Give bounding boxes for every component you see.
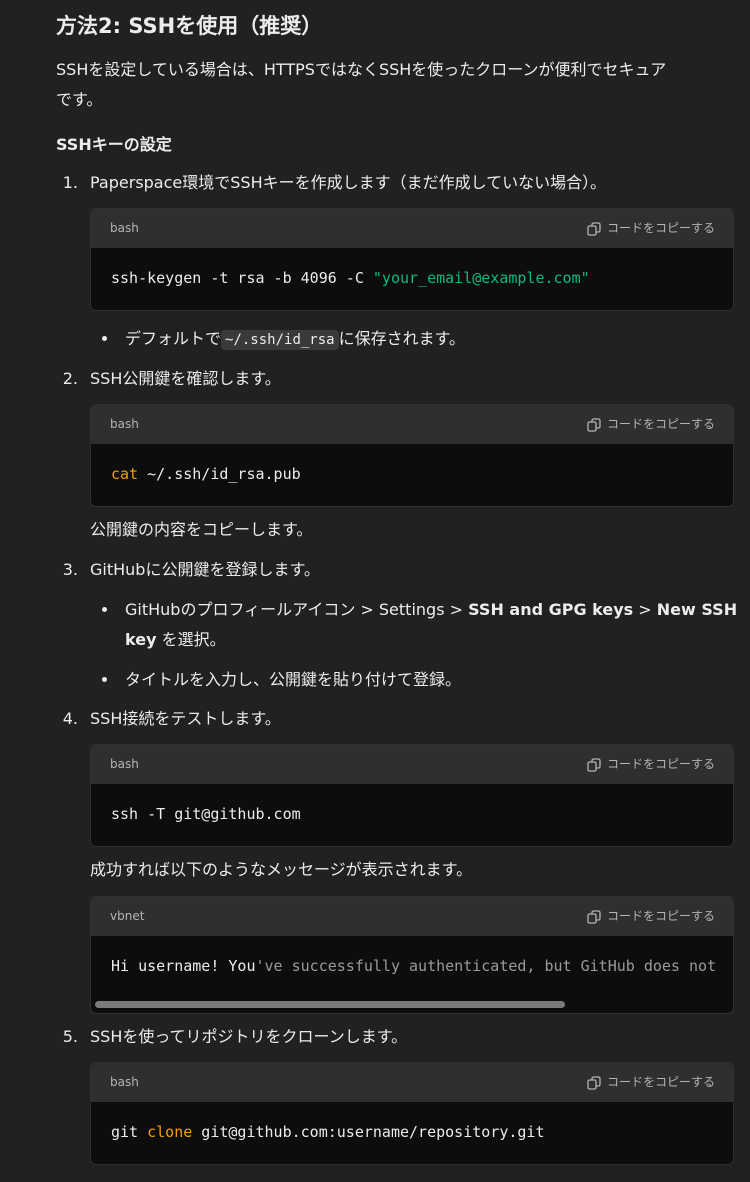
code-language: vbnet <box>110 909 145 923</box>
intro-paragraph: SSHを設定している場合は、HTTPSではなくSSHを使ったクローンが便利でセキ… <box>56 60 667 109</box>
bullet-text: GitHubのプロフィールアイコン > Settings > SSH and G… <box>125 600 738 619</box>
code-block-header: bash コードをコピーする <box>91 745 733 784</box>
code-block-header: bash コードをコピーする <box>91 405 733 444</box>
step-number: 4. <box>62 709 78 728</box>
copy-icon <box>587 417 601 432</box>
copy-label: コードをコピーする <box>606 1075 715 1089</box>
code-block: bash コードをコピーする cat ~/.ssh/id_rsa.pub <box>90 404 734 507</box>
code-block-header: vbnet コードをコピーする <box>91 897 733 936</box>
code-language: bash <box>110 757 139 771</box>
scrollbar-thumb[interactable] <box>95 1001 565 1008</box>
copy-icon <box>587 909 601 924</box>
copy-icon <box>587 1075 601 1090</box>
copy-code-button[interactable]: コードをコピーする <box>587 1063 715 1102</box>
code-content[interactable]: cat ~/.ssh/id_rsa.pub <box>91 444 733 505</box>
copy-label: コードをコピーする <box>606 909 715 923</box>
code-block: vbnet コードをコピーする Hi username! You've succ… <box>90 896 734 1014</box>
code-content[interactable]: ssh -T git@github.com <box>91 784 733 845</box>
step-text: SSHを使ってリポジトリをクローンします。 <box>90 1027 408 1046</box>
bullet-text: デフォルトで ~/.ssh/id_rsa に保存されます。 <box>125 329 465 350</box>
bullet-dot <box>102 677 107 682</box>
section-heading: 方法2: SSHを使用（推奨） <box>56 14 323 38</box>
code-block: bash コードをコピーする ssh -T git@github.com <box>90 744 734 847</box>
copy-icon <box>587 221 601 236</box>
step-text: GitHubに公開鍵を登録します。 <box>90 560 320 579</box>
step-note: 公開鍵の内容をコピーします。 <box>90 520 313 539</box>
copy-code-button[interactable]: コードをコピーする <box>587 209 715 248</box>
copy-code-button[interactable]: コードをコピーする <box>587 897 715 936</box>
subheading: SSHキーの設定 <box>56 135 172 154</box>
code-language: bash <box>110 221 139 235</box>
bullet-text-continued: key を選択。 <box>125 630 226 649</box>
bullet-dot <box>102 607 107 612</box>
code-content[interactable]: Hi username! You've successfully authent… <box>91 936 733 1012</box>
bullet-text: タイトルを入力し、公開鍵を貼り付けて登録。 <box>125 670 462 689</box>
copy-label: コードをコピーする <box>606 417 715 431</box>
step-text: Paperspace環境でSSHキーを作成します（まだ作成していない場合）。 <box>90 173 607 192</box>
code-block: bash コードをコピーする ssh-keygen -t rsa -b 4096… <box>90 208 734 311</box>
inline-code: ~/.ssh/id_rsa <box>221 330 339 350</box>
copy-label: コードをコピーする <box>606 221 715 235</box>
copy-code-button[interactable]: コードをコピーする <box>587 405 715 444</box>
step-text: SSH公開鍵を確認します。 <box>90 369 281 388</box>
step-note: 成功すれば以下のようなメッセージが表示されます。 <box>90 860 473 879</box>
bullet-dot <box>102 336 107 341</box>
code-language: bash <box>110 417 139 431</box>
step-number: 5. <box>62 1027 78 1046</box>
copy-label: コードをコピーする <box>606 757 715 771</box>
step-number: 1. <box>62 173 78 192</box>
code-block-header: bash コードをコピーする <box>91 1063 733 1102</box>
copy-code-button[interactable]: コードをコピーする <box>587 745 715 784</box>
code-block: bash コードをコピーする git clone git@github.com:… <box>90 1062 734 1165</box>
chat-message-content: 方法2: SSHを使用（推奨） SSHを設定している場合は、HTTPSではなくS… <box>0 0 750 1182</box>
code-language: bash <box>110 1075 139 1089</box>
copy-icon <box>587 757 601 772</box>
horizontal-scrollbar[interactable] <box>95 1001 729 1008</box>
code-content[interactable]: git clone git@github.com:username/reposi… <box>91 1102 733 1163</box>
step-text: SSH接続をテストします。 <box>90 709 281 728</box>
step-number: 2. <box>62 369 78 388</box>
step-number: 3. <box>62 560 78 579</box>
code-content[interactable]: ssh-keygen -t rsa -b 4096 -C "your_email… <box>91 248 733 309</box>
code-block-header: bash コードをコピーする <box>91 209 733 248</box>
